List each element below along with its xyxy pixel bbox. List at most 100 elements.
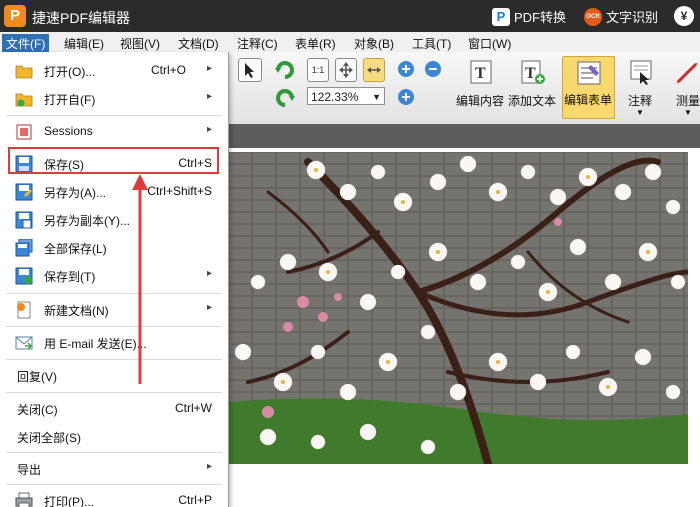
edit-content-icon: T (470, 60, 492, 84)
menu-item-print[interactable]: 打印(P)... Ctrl+P (0, 487, 226, 507)
menu-item-label: 关闭(C) (17, 403, 58, 417)
menu-document[interactable]: 文档(D) (174, 34, 223, 53)
menu-object[interactable]: 对象(B) (350, 34, 398, 53)
new-document-icon (17, 301, 31, 319)
submenu-arrow-icon: ▸ (206, 91, 212, 102)
rotate-ccw-icon[interactable] (274, 86, 296, 111)
zoom-value: 122.33% (311, 90, 359, 104)
annotate-label: 注释 (628, 94, 653, 108)
select-tool-icon[interactable] (238, 58, 262, 82)
yen-icon[interactable]: ¥ (674, 6, 694, 26)
menu-item-shortcut: Ctrl+Shift+S (147, 184, 212, 198)
edit-content-label: 编辑内容 (456, 94, 505, 108)
annotate-button[interactable]: 注释 ▼ (622, 56, 662, 120)
actual-size-icon[interactable]: 1:1 (307, 58, 329, 82)
menu-separator (6, 293, 222, 294)
menu-item-label: 另存为副本(Y)... (44, 214, 130, 228)
menu-separator (6, 115, 222, 116)
menu-view[interactable]: 视图(V) (116, 34, 164, 53)
chevron-down-icon: ▼ (372, 92, 381, 102)
pdf-convert-icon: P (492, 7, 510, 26)
save-all-icon (15, 239, 33, 257)
edit-form-icon (577, 61, 601, 85)
document-tab-bar (228, 124, 700, 148)
folder-open-from-icon (15, 93, 33, 107)
add-text-icon: T (521, 60, 545, 84)
menu-item-save-all[interactable]: 全部保存(L) (0, 234, 226, 261)
submenu-arrow-icon: ▸ (206, 302, 212, 313)
menu-window[interactable]: 窗口(W) (464, 34, 515, 53)
toolbar: 1:1 122.33% ▼ T 编辑内容 T 添加文本 编辑表单 注释 ▼ 测量… (228, 52, 700, 125)
menu-item-label: 回复(V) (17, 370, 57, 384)
menu-item-export[interactable]: 导出 ▸ (0, 455, 226, 482)
zoom-in-tool-icon[interactable] (395, 58, 417, 83)
annotate-icon (630, 60, 652, 85)
folder-open-icon (15, 65, 33, 79)
menu-separator (6, 452, 222, 453)
menu-separator (6, 326, 222, 327)
pdf-convert-label: PDF转换 (514, 10, 567, 25)
edit-content-button[interactable]: T 编辑内容 (456, 56, 508, 120)
menu-item-shortcut: Ctrl+O (150, 63, 186, 77)
menu-bar: 文件(F) 编辑(E) 视图(V) 文档(D) 注释(C) 表单(R) 对象(B… (0, 32, 700, 53)
save-highlight-box (8, 147, 219, 174)
menu-comment[interactable]: 注释(C) (233, 34, 282, 53)
edit-form-button[interactable]: 编辑表单 (562, 56, 615, 119)
zoom-select[interactable]: 122.33% ▼ (307, 87, 385, 105)
app-title: 捷速PDF编辑器 (32, 10, 130, 26)
menu-item-email[interactable]: 用 E-mail 发送(E)... (0, 329, 226, 356)
rotate-cw-icon[interactable] (274, 58, 296, 83)
ocr-icon: OCR (584, 7, 602, 26)
menu-item-close-all[interactable]: 关闭全部(S) (0, 423, 226, 450)
menu-edit[interactable]: 编辑(E) (60, 34, 108, 53)
annotate-chevron-icon: ▼ (636, 108, 644, 117)
email-icon (15, 336, 33, 350)
measure-chevron-icon: ▼ (684, 108, 692, 117)
submenu-arrow-icon: ▸ (206, 461, 212, 472)
svg-text:T: T (525, 65, 536, 82)
plum-blossom-photo (228, 152, 688, 464)
menu-item-new-document[interactable]: 新建文档(N) ▸ (0, 296, 226, 323)
pdf-convert-button[interactable]: P PDF转换 (492, 7, 566, 26)
edit-form-label: 编辑表单 (564, 93, 613, 107)
menu-item-label: 另存为(A)... (44, 186, 106, 200)
sessions-icon (16, 124, 32, 140)
measure-label: 测量 (676, 94, 700, 108)
fit-page-icon[interactable] (335, 58, 357, 82)
save-as-icon (15, 183, 33, 201)
menu-item-save-as[interactable]: 另存为(A)... Ctrl+Shift+S (0, 178, 226, 205)
annotation-arrow-icon (132, 174, 148, 384)
measure-button[interactable]: 测量 ▼ (672, 56, 700, 120)
menu-item-open[interactable]: 打开(O)... Ctrl+O ▸ (0, 57, 226, 84)
submenu-arrow-icon: ▸ (206, 63, 212, 74)
menu-item-label: Sessions (44, 124, 93, 138)
menu-item-label: 关闭全部(S) (17, 431, 81, 445)
menu-item-label: 全部保存(L) (44, 242, 107, 256)
menu-item-label: 保存到(T) (44, 270, 96, 284)
menu-item-close[interactable]: 关闭(C) Ctrl+W (0, 395, 226, 422)
title-bar: P 捷速PDF编辑器 P PDF转换 OCR 文字识别 ¥ (0, 0, 700, 32)
add-text-button[interactable]: T 添加文本 (508, 56, 560, 120)
ocr-button[interactable]: OCR 文字识别 (584, 7, 658, 26)
menu-item-save-to[interactable]: 保存到(T) ▸ (0, 262, 226, 289)
submenu-arrow-icon: ▸ (206, 124, 212, 135)
menu-item-label: 导出 (17, 463, 42, 477)
ocr-label: 文字识别 (606, 10, 659, 25)
menu-item-revert[interactable]: 回复(V) (0, 362, 226, 389)
menu-tools[interactable]: 工具(T) (408, 34, 455, 53)
menu-item-save-copy[interactable]: 另存为副本(Y)... (0, 206, 226, 233)
save-to-icon (15, 267, 33, 285)
fit-width-icon[interactable] (363, 58, 385, 82)
menu-form[interactable]: 表单(R) (291, 34, 340, 53)
save-copy-icon (15, 211, 33, 229)
document-page (228, 148, 700, 507)
menu-item-sessions[interactable]: Sessions ▸ (0, 118, 226, 145)
zoom-in-icon[interactable] (395, 86, 417, 111)
menu-item-open-from[interactable]: 打开自(F) ▸ (0, 85, 226, 112)
menu-item-label: 新建文档(N) (44, 304, 109, 318)
menu-file[interactable]: 文件(F) (2, 34, 50, 53)
zoom-out-icon[interactable] (422, 58, 444, 83)
menu-item-label: 打开自(F) (44, 93, 96, 107)
menu-item-shortcut: Ctrl+P (178, 493, 212, 507)
menu-item-shortcut: Ctrl+W (175, 401, 212, 415)
